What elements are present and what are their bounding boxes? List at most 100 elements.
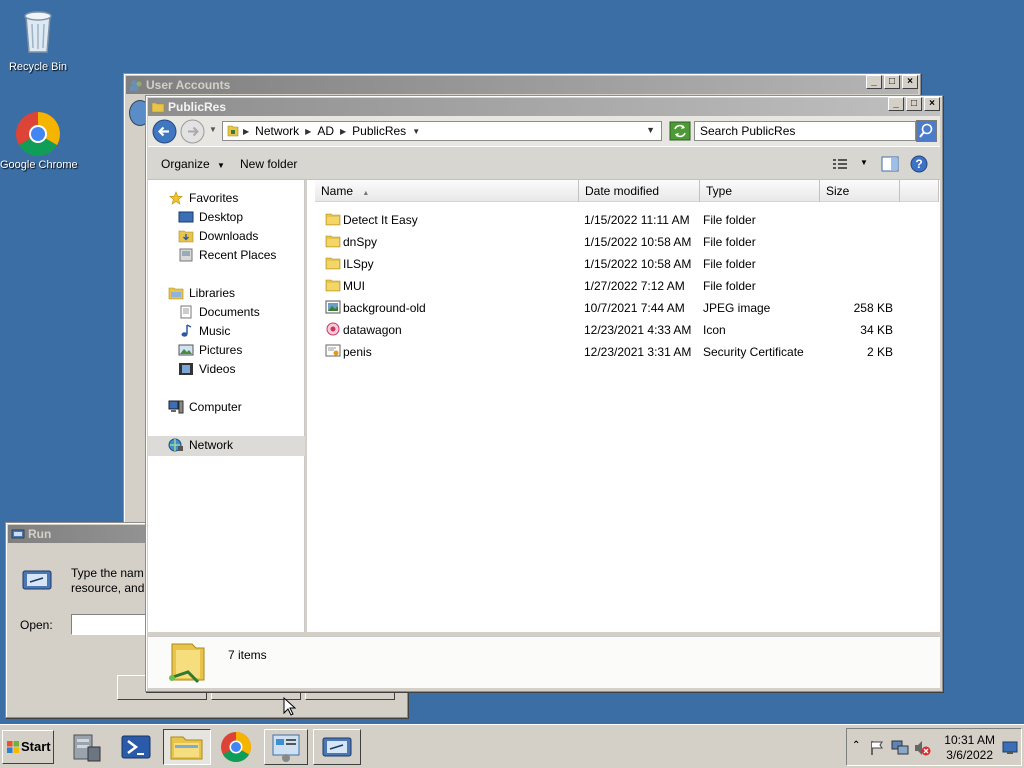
breadcrumb-ad[interactable]: AD [317, 124, 334, 138]
action-center-flag-icon[interactable] [869, 740, 885, 756]
taskbar-run[interactable] [313, 729, 361, 765]
file-type: File folder [703, 235, 756, 249]
folder-icon [325, 256, 341, 273]
run-app-icon [22, 570, 52, 590]
mouse-cursor-icon [283, 697, 297, 716]
file-date-modified: 1/15/2022 11:11 AM [584, 213, 690, 227]
column-header-size[interactable]: Size [820, 180, 900, 202]
file-row[interactable]: ILSpy 1/15/2022 10:58 AM File folder [307, 253, 940, 275]
view-chevron-down-icon[interactable]: ▼ [860, 158, 868, 167]
taskbar-google-chrome[interactable] [216, 729, 258, 765]
file-name: Detect It Easy [343, 213, 418, 227]
file-list[interactable]: Name ▲ Date modified Type Size Detect It… [307, 180, 940, 632]
start-button[interactable]: Start [2, 730, 54, 764]
taskbar-server-manager[interactable] [66, 729, 108, 765]
recycle-bin-icon [24, 11, 52, 53]
nav-item-recent-places[interactable]: Recent Places [178, 248, 276, 262]
column-header-type[interactable]: Type [700, 180, 820, 202]
user-accounts-titlebar[interactable]: User Accounts [126, 76, 918, 94]
chrome-icon [16, 112, 60, 156]
show-hidden-icons-icon[interactable]: ⌃ [852, 740, 860, 751]
address-history-chevron-icon[interactable]: ▼ [646, 125, 655, 135]
breadcrumb-publicres[interactable]: PublicRes [352, 124, 406, 138]
file-row[interactable]: datawagon 12/23/2021 4:33 AM Icon 34 KB [307, 319, 940, 341]
volume-muted-icon[interactable] [913, 739, 931, 757]
nav-item-desktop[interactable]: Desktop [178, 210, 243, 224]
breadcrumb[interactable]: ▶ Network ▶ AD ▶ PublicRes ▼ ▼ [222, 121, 662, 141]
search-button[interactable] [916, 120, 937, 142]
nav-item-music[interactable]: Music [178, 324, 230, 338]
run-title: Run [28, 527, 52, 541]
downloads-icon [178, 230, 194, 243]
file-type: Security Certificate [703, 345, 804, 359]
refresh-icon[interactable] [669, 121, 691, 141]
file-date-modified: 1/27/2022 7:12 AM [584, 279, 685, 293]
documents-icon [180, 305, 192, 319]
help-icon[interactable]: ? [910, 155, 928, 173]
file-name: background-old [343, 301, 426, 315]
nav-item-documents[interactable]: Documents [178, 305, 260, 319]
folder-icon [325, 212, 341, 229]
file-type: File folder [703, 213, 756, 227]
forward-arrow-icon[interactable] [180, 119, 205, 144]
file-date-modified: 12/23/2021 4:33 AM [584, 323, 692, 337]
explorer-window[interactable]: PublicRes _ □ × ▼ ▶ Network ▶ AD ▶ Publi [145, 95, 943, 692]
taskbar-windows-explorer[interactable] [163, 729, 211, 765]
new-folder-button[interactable]: New folder [240, 157, 297, 171]
column-header-name[interactable]: Name ▲ [315, 180, 579, 202]
minimize-button[interactable]: _ [888, 97, 904, 111]
view-options-icon[interactable] [832, 157, 848, 171]
desktop-icon-google-chrome[interactable]: Google Chrome [0, 110, 78, 171]
minimize-button[interactable]: _ [866, 75, 882, 89]
file-type: File folder [703, 257, 756, 271]
search-input[interactable]: Search PublicRes [694, 121, 916, 141]
nav-item-libraries[interactable]: Libraries [168, 286, 235, 300]
nav-item-videos[interactable]: Videos [178, 362, 235, 376]
run-icon [11, 529, 25, 539]
file-row[interactable]: Detect It Easy 1/15/2022 11:11 AM File fol… [307, 209, 940, 231]
close-button[interactable]: × [924, 97, 940, 111]
recent-pages-chevron-icon[interactable]: ▼ [209, 125, 217, 134]
file-name: MUI [343, 279, 365, 293]
explorer-title: PublicRes [168, 100, 227, 114]
column-header-date-modified[interactable]: Date modified [579, 180, 700, 202]
taskbar-user-accounts[interactable] [264, 729, 308, 765]
file-name: datawagon [343, 323, 402, 337]
computer-icon [168, 400, 184, 414]
nav-item-network[interactable]: Network [168, 438, 233, 452]
folder-icon [325, 278, 341, 295]
network-status-icon[interactable] [891, 739, 909, 757]
explorer-titlebar[interactable]: PublicRes [148, 98, 940, 116]
chevron-right-icon[interactable]: ▶ [243, 127, 249, 136]
preview-pane-icon[interactable] [881, 156, 899, 172]
file-row[interactable]: dnSpy 1/15/2022 10:58 AM File folder [307, 231, 940, 253]
address-bar-area: ▼ ▶ Network ▶ AD ▶ PublicRes ▼ ▼ Search … [148, 116, 940, 146]
nav-item-computer[interactable]: Computer [168, 400, 242, 414]
file-row[interactable]: MUI 1/27/2022 7:12 AM File folder [307, 275, 940, 297]
chevron-right-icon[interactable]: ▶ [305, 127, 311, 136]
close-button[interactable]: × [902, 75, 918, 89]
image-file-icon [325, 300, 341, 317]
file-row[interactable]: penis 12/23/2021 3:31 AM Security Certific… [307, 341, 940, 363]
open-label: Open: [20, 618, 53, 632]
organize-button[interactable]: Organize ▼ [161, 157, 225, 171]
control-panel-icon [272, 734, 300, 762]
chevron-down-icon[interactable]: ▼ [412, 127, 420, 136]
nav-item-favorites[interactable]: Favorites [168, 191, 238, 205]
clock[interactable]: 10:31 AM 3/6/2022 [944, 733, 995, 763]
show-desktop-icon[interactable] [1002, 741, 1018, 755]
maximize-button[interactable]: □ [906, 97, 922, 111]
chevron-right-icon[interactable]: ▶ [340, 127, 346, 136]
maximize-button[interactable]: □ [884, 75, 900, 89]
taskbar-powershell[interactable] [116, 729, 158, 765]
breadcrumb-network[interactable]: Network [255, 124, 299, 138]
pictures-icon [178, 344, 194, 356]
nav-item-downloads[interactable]: Downloads [178, 229, 258, 243]
file-type: JPEG image [703, 301, 771, 315]
windows-explorer-icon [170, 736, 203, 760]
nav-item-pictures[interactable]: Pictures [178, 343, 242, 357]
navigation-pane[interactable]: Favorites Desktop Downloads Recent Place… [148, 180, 305, 632]
desktop-icon-recycle-bin[interactable]: Recycle Bin [0, 6, 76, 73]
back-arrow-icon[interactable] [152, 119, 177, 144]
file-row[interactable]: background-old 10/7/2021 7:44 AM JPEG imag… [307, 297, 940, 319]
